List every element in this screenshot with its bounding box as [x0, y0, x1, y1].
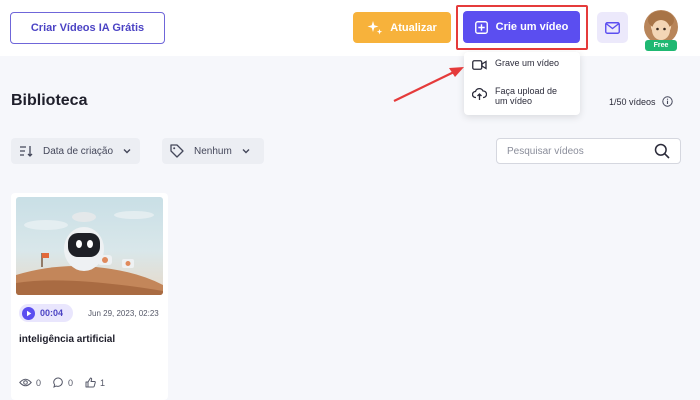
search-placeholder: Pesquisar vídeos — [507, 145, 584, 157]
info-icon[interactable] — [661, 96, 673, 107]
play-circle-icon — [22, 306, 35, 320]
tag-filter-label: Nenhum — [194, 145, 232, 157]
upgrade-label: Atualizar — [390, 21, 437, 34]
sort-label: Data de criação — [43, 145, 114, 157]
likes-count: 1 — [100, 377, 106, 388]
video-count: 1/50 vídeos — [609, 96, 673, 107]
eye-icon — [19, 378, 32, 387]
red-arrow-annotation — [393, 67, 464, 102]
plus-square-icon — [474, 20, 488, 34]
video-thumbnail[interactable] — [16, 197, 163, 295]
create-video-button[interactable]: Crie um vídeo — [463, 11, 580, 43]
record-video-menu-item[interactable]: Grave um vídeo — [472, 58, 565, 71]
mail-button[interactable] — [597, 12, 628, 43]
sort-icon — [20, 146, 33, 157]
comments-count: 0 — [68, 377, 74, 388]
free-plan-badge: Free — [645, 40, 677, 51]
comment-icon — [53, 377, 63, 388]
free-badge-label: Free — [653, 42, 669, 49]
upgrade-button[interactable]: Atualizar — [353, 12, 451, 43]
video-card[interactable]: 00:04 Jun 29, 2023, 02:23 inteligência a… — [11, 193, 168, 400]
video-count-label: 1/50 vídeos — [609, 96, 656, 107]
views-stat: 0 — [19, 377, 41, 388]
sort-dropdown[interactable]: Data de criação — [11, 138, 140, 164]
duration-label: 00:04 — [40, 308, 64, 318]
sparkle-icon — [367, 20, 383, 34]
video-camera-icon — [472, 60, 487, 70]
avatar-face-icon — [648, 11, 674, 40]
chevron-down-icon — [123, 149, 131, 154]
duration-badge[interactable]: 00:04 — [19, 304, 73, 322]
upload-video-menu-item[interactable]: Faça upload de um vídeo — [472, 86, 565, 106]
robot-thumbnail-image — [16, 211, 163, 295]
upload-cloud-icon — [472, 87, 487, 100]
video-date: Jun 29, 2023, 02:23 — [88, 309, 159, 318]
video-stats: 0 0 1 — [19, 377, 105, 388]
create-ai-videos-button[interactable]: Criar Vídeos IA Grátis — [10, 12, 165, 44]
create-video-dropdown: Grave um vídeo Faça upload de um vídeo — [464, 52, 580, 115]
upload-video-label: Faça upload de um vídeo — [495, 86, 558, 106]
page-title: Biblioteca — [11, 92, 88, 109]
comments-stat[interactable]: 0 — [53, 377, 73, 388]
views-count: 0 — [36, 377, 42, 388]
create-ai-videos-label: Criar Vídeos IA Grátis — [30, 22, 145, 34]
thumbs-up-icon — [85, 377, 96, 388]
tag-icon — [170, 144, 184, 158]
video-title[interactable]: inteligência artificial — [19, 334, 115, 345]
search-icon[interactable] — [654, 143, 670, 159]
create-video-label: Crie um vídeo — [495, 21, 569, 33]
mail-icon — [605, 21, 620, 34]
search-input[interactable]: Pesquisar vídeos — [496, 138, 681, 164]
chevron-down-icon — [242, 149, 250, 154]
avatar[interactable] — [644, 10, 678, 44]
tag-filter-dropdown[interactable]: Nenhum — [162, 138, 264, 164]
top-bar: Criar Vídeos IA Grátis Atualizar Crie um… — [0, 0, 700, 56]
likes-stat[interactable]: 1 — [85, 377, 105, 388]
record-video-label: Grave um vídeo — [495, 58, 560, 68]
